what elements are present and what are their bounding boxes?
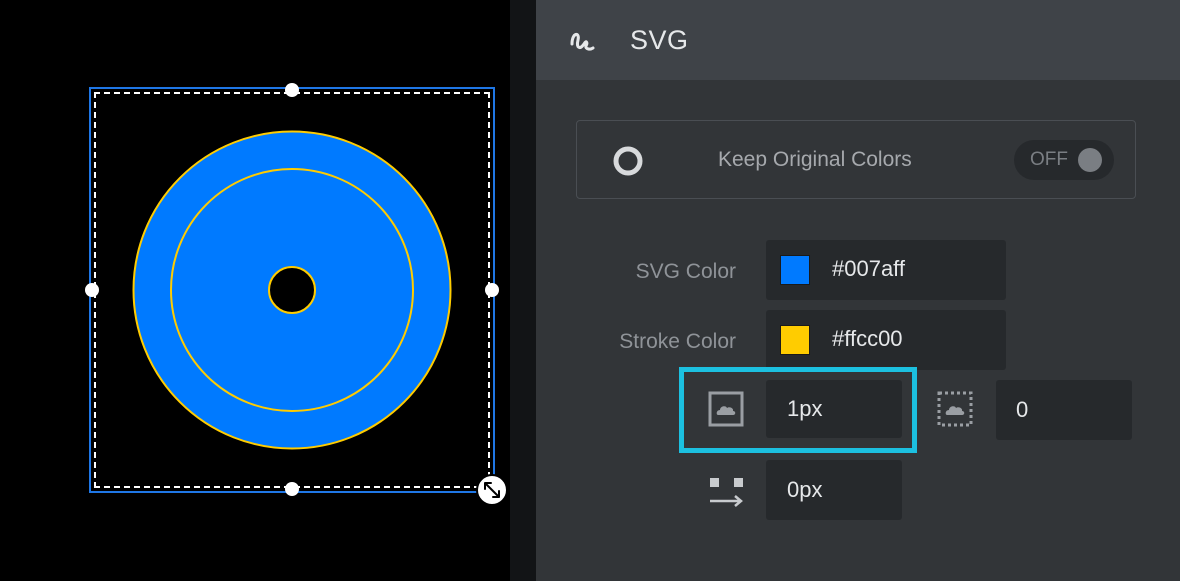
stroke-dash-input[interactable]: 0 [996,380,1132,440]
offset-value: 0px [787,477,823,502]
svg-squiggle-icon [570,33,595,51]
svg-color-swatch[interactable] [780,255,810,285]
svg-color-value: #007aff [832,256,906,281]
resize-arrows-icon [484,482,500,498]
keep-original-colors-row[interactable]: Keep Original Colors OFF [576,120,1136,199]
stroke-dash-value: 0 [1016,397,1029,422]
toggle-knob [1078,148,1102,172]
stroke-color-value: #ffcc00 [832,326,903,351]
ring-icon [613,146,643,176]
handle-bottom[interactable] [285,482,299,496]
offset-input[interactable]: 0px [766,460,902,520]
svg-settings-panel: SVG Keep Original Colors OFF SVG Color #… [536,0,1180,581]
svg-color-label: SVG Color [635,260,736,283]
stroke-color-swatch[interactable] [780,325,810,355]
stroke-color-label: Stroke Color [619,330,736,353]
handle-top[interactable] [285,83,299,97]
svg-canvas[interactable] [0,0,510,581]
handle-left[interactable] [85,283,99,297]
panel-header: SVG [536,0,1180,80]
selection-box[interactable] [89,87,495,493]
keep-original-colors-toggle[interactable]: OFF [1014,140,1114,180]
panel-divider [510,0,536,581]
keep-original-colors-label: Keep Original Colors [718,148,912,171]
stroke-color-field[interactable]: #ffcc00 [766,310,1006,370]
handle-right[interactable] [485,283,499,297]
stroke-dash-icon [937,391,973,427]
selection-dashed-outline [94,92,490,488]
offset-icon [710,478,743,507]
resize-handle[interactable] [476,474,508,506]
panel-title: SVG [630,25,689,55]
stroke-width-highlight [679,367,917,453]
svg-color-field[interactable]: #007aff [766,240,1006,300]
toggle-state-text: OFF [1030,149,1068,170]
